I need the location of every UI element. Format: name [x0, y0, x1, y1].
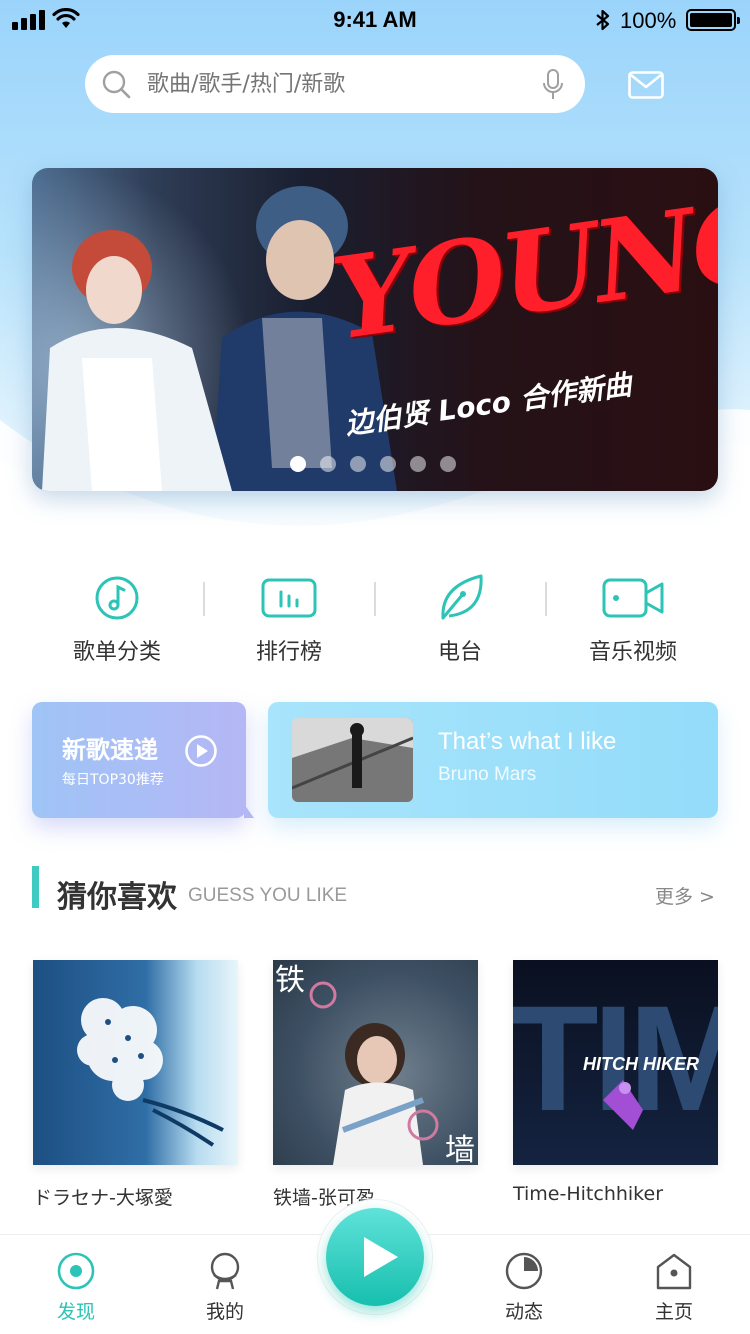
song-cover-image [292, 718, 413, 802]
tab-label: 动态 [504, 1301, 543, 1323]
bluetooth-icon [596, 9, 610, 31]
album-cover-text: 墙 [445, 1133, 475, 1165]
search-bar[interactable] [85, 55, 585, 113]
play-icon [326, 1208, 424, 1306]
category-label: 电台 [437, 640, 482, 665]
section-title: 猜你喜欢 [57, 880, 177, 915]
battery-percent: 100% [620, 8, 677, 33]
category-label: 音乐视频 [588, 640, 677, 665]
album-card[interactable]: TIME HITCH HIKER Time-Hitchhiker [513, 960, 718, 1205]
carousel-dot[interactable] [380, 456, 396, 472]
album-cover: TIME HITCH HIKER [513, 960, 718, 1165]
banner-person-image-2 [42, 230, 232, 491]
category-nav: 歌单分类 排行榜 电台 音乐视频 [32, 570, 718, 665]
section-subtitle: GUESS YOU LIKE [188, 885, 348, 906]
tab-mine[interactable]: 我的 [175, 1249, 275, 1324]
status-bar: 9:41 AM 100% [0, 0, 750, 40]
now-playing-card[interactable]: That’s what I like Bruno Mars [268, 702, 718, 818]
profile-icon [210, 1252, 240, 1290]
tab-discover[interactable]: 发现 [26, 1249, 126, 1324]
video-camera-icon [602, 578, 664, 618]
divider [374, 582, 376, 616]
microphone-icon[interactable] [541, 68, 565, 102]
chart-bars-icon [261, 578, 317, 618]
new-songs-subtitle: 每日TOP30推荐 [62, 772, 164, 788]
album-card[interactable]: ドラセナ-大塚愛 [33, 960, 238, 1210]
tab-feed[interactable]: 动态 [474, 1249, 574, 1324]
album-name: ドラセナ-大塚愛 [33, 1187, 173, 1209]
divider [203, 582, 205, 616]
album-cover [33, 960, 238, 1165]
divider [545, 582, 547, 616]
category-radio[interactable]: 电台 [385, 570, 535, 666]
song-title: That’s what I like [438, 728, 617, 755]
carousel-dot[interactable] [410, 456, 426, 472]
category-video[interactable]: 音乐视频 [558, 570, 708, 666]
category-playlist[interactable]: 歌单分类 [42, 570, 192, 666]
home-icon [656, 1253, 692, 1290]
new-songs-title: 新歌速递 [62, 736, 158, 764]
discover-icon [57, 1252, 95, 1290]
music-note-icon [95, 576, 139, 620]
pie-chart-icon [505, 1252, 543, 1290]
carousel-dot[interactable] [350, 456, 366, 472]
new-songs-card[interactable]: 新歌速递 每日TOP30推荐 [32, 702, 254, 818]
album-cover: 铁 墙 [273, 960, 478, 1165]
battery-icon [686, 9, 740, 31]
play-circle-icon[interactable] [184, 734, 218, 768]
tab-label: 我的 [205, 1301, 244, 1323]
leaf-radio-icon [441, 574, 483, 620]
more-link[interactable]: 更多 > [655, 882, 715, 909]
carousel-dot[interactable] [290, 456, 306, 472]
promo-banner[interactable]: YOUNG 边伯贤 Loco 合作新曲 [32, 168, 718, 491]
category-charts[interactable]: 排行榜 [214, 570, 364, 666]
album-name: Time-Hitchhiker [513, 1183, 664, 1205]
song-artist: Bruno Mars [438, 764, 537, 785]
tab-label: 发现 [56, 1301, 95, 1323]
carousel-dots[interactable] [290, 456, 456, 472]
search-icon [102, 70, 131, 99]
mail-icon[interactable] [628, 71, 664, 99]
album-cover-text: 铁 [275, 963, 305, 998]
section-accent-bar [32, 866, 39, 908]
album-card[interactable]: 铁 墙 铁墙-张可盈 [273, 960, 478, 1210]
category-label: 排行榜 [255, 640, 322, 665]
carousel-dot[interactable] [440, 456, 456, 472]
play-button[interactable] [318, 1200, 432, 1314]
tab-label: 主页 [654, 1301, 693, 1323]
search-input[interactable] [147, 69, 527, 99]
tab-home[interactable]: 主页 [624, 1249, 724, 1324]
album-cover-logo: HITCH HIKER [583, 1054, 699, 1074]
carousel-dot[interactable] [320, 456, 336, 472]
category-label: 歌单分类 [72, 640, 161, 665]
